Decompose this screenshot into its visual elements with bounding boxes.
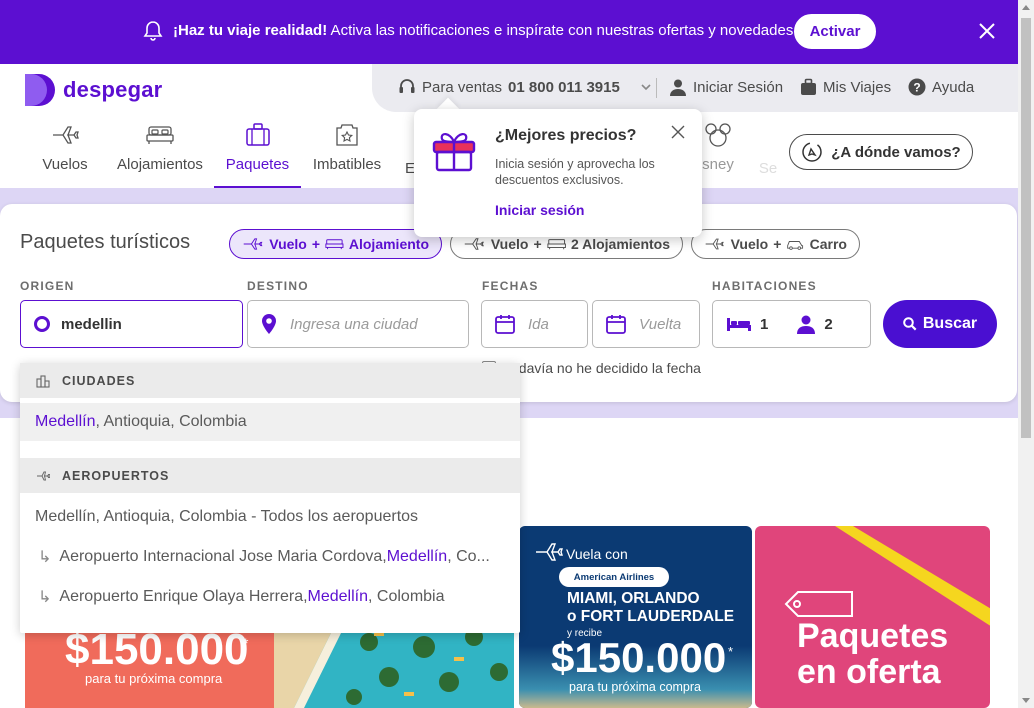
bed-icon [325,239,344,250]
compass-icon [802,142,823,162]
car-icon [787,241,804,250]
scrollbar-thumb[interactable] [1021,18,1031,438]
bell-icon [143,21,163,41]
close-icon[interactable] [977,21,997,41]
origin-input[interactable]: medellin [20,300,243,348]
return-date-input[interactable]: Vuelta [592,300,700,348]
close-icon[interactable] [671,125,685,139]
tab-alojamientos[interactable]: Alojamientos [115,122,205,188]
promo-banner-beach[interactable] [274,627,514,708]
product-pill-flight-hotel[interactable]: Vuelo + Alojamiento [229,229,442,259]
page-scrollbar[interactable] [1018,0,1034,708]
plane-icon [37,471,50,480]
plane-icon [705,238,724,250]
tab-label: Se [758,160,778,177]
chevron-down-icon [641,84,651,91]
promo-banner-packages-offer[interactable]: Paquetes en oferta [755,526,990,708]
gift-icon [432,133,476,172]
promo-banner-discount[interactable]: $150.000 * para tu próxima compra [25,627,275,708]
notification-text: ¡Haz tu viaje realidad! Activa las notif… [173,22,798,39]
sub-item-arrow-icon: ↳ [38,549,52,566]
destination-input[interactable]: Ingresa una ciudad [247,300,469,348]
notification-banner: ¡Haz tu viaje realidad! Activa las notif… [0,0,1018,64]
plane-icon [464,238,484,250]
activate-notifications-button[interactable]: Activar [794,14,876,49]
suitcase-icon [245,123,270,146]
dates-label: FECHAS [482,279,539,293]
sales-phone[interactable]: Para ventas 01 800 011 3915 [398,78,652,96]
scroll-up-icon[interactable] [1022,5,1030,10]
origin-label: ORIGEN [20,279,75,293]
bed-icon [146,126,174,144]
scroll-down-icon[interactable] [1022,698,1030,703]
badge-icon [336,124,358,146]
origin-circle-icon [34,316,50,332]
tab-imbatibles[interactable]: Imbatibles [311,122,383,188]
suitcase-icon [801,78,816,95]
despegar-logo-icon[interactable] [25,74,57,108]
rooms-label: HABITACIONES [712,279,817,293]
tab-label: sney [702,156,734,173]
popup-title: ¿Mejores precios? [495,127,637,144]
depart-date-input[interactable]: Ida [481,300,588,348]
calendar-icon [606,315,626,334]
popup-description: Inicia sesión y aprovecha los descuentos… [495,157,655,187]
where-to-go-button[interactable]: ¿A dónde vamos? [789,134,973,170]
airports-section-header: AEROPUERTOS [20,458,520,493]
bed-icon [547,239,566,250]
mickey-icon [705,123,731,147]
bed-icon [727,318,751,331]
airport-result-item[interactable]: ↳ Aeropuerto Internacional Jose Maria Cor… [20,538,520,576]
tab-label: Paquetes [225,156,290,173]
plane-icon [53,126,79,144]
city-buildings-icon [36,374,50,388]
my-trips-link[interactable]: Mis Viajes [800,78,891,96]
plane-icon [536,543,563,561]
tab-label: Imbatibles [312,156,382,173]
location-pin-icon [262,314,276,334]
tab-paquetes[interactable]: Paquetes [214,122,301,188]
search-button[interactable]: Buscar [883,300,997,348]
destination-label: DESTINO [247,279,309,293]
help-icon: ? [908,78,926,96]
promo-banner-american-airlines[interactable]: Vuela con American Airlines MIAMI, ORLAN… [519,526,752,708]
sub-item-arrow-icon: ↳ [38,589,52,606]
city-result-item[interactable]: Medellín, Antioquia, Colombia [20,403,520,441]
help-link[interactable]: ? Ayuda [908,78,974,96]
brand-name[interactable]: despegar [63,77,162,103]
cities-section-header: CIUDADES [20,363,520,398]
tab-vuelos[interactable]: Vuelos [40,122,90,188]
search-title: Paquetes turísticos [20,231,191,253]
tab-label: Vuelos [42,156,88,173]
airline-logo: American Airlines [559,567,669,587]
airport-all-item[interactable]: Medellín, Antioquia, Colombia - Todos lo… [20,498,520,536]
tab-disney[interactable]: sney [698,122,738,188]
product-pill-flight-car[interactable]: Vuelo + Carro [691,229,860,259]
user-icon [670,79,686,96]
calendar-icon [495,315,515,334]
popup-login-link[interactable]: Iniciar sesión [495,202,584,218]
rooms-guests-selector[interactable]: 1 2 [712,300,871,348]
beach-image [274,627,514,708]
svg-text:?: ? [913,81,920,95]
airport-result-item[interactable]: ↳ Aeropuerto Enrique Olaya Herrera, Medel… [20,578,520,616]
headset-icon [399,79,415,93]
divider [656,78,657,98]
person-icon [797,315,816,334]
search-icon [903,317,917,331]
tab-label: Alojamientos [117,156,203,173]
login-link[interactable]: Iniciar Sesión [669,78,783,96]
plane-icon [243,238,263,250]
